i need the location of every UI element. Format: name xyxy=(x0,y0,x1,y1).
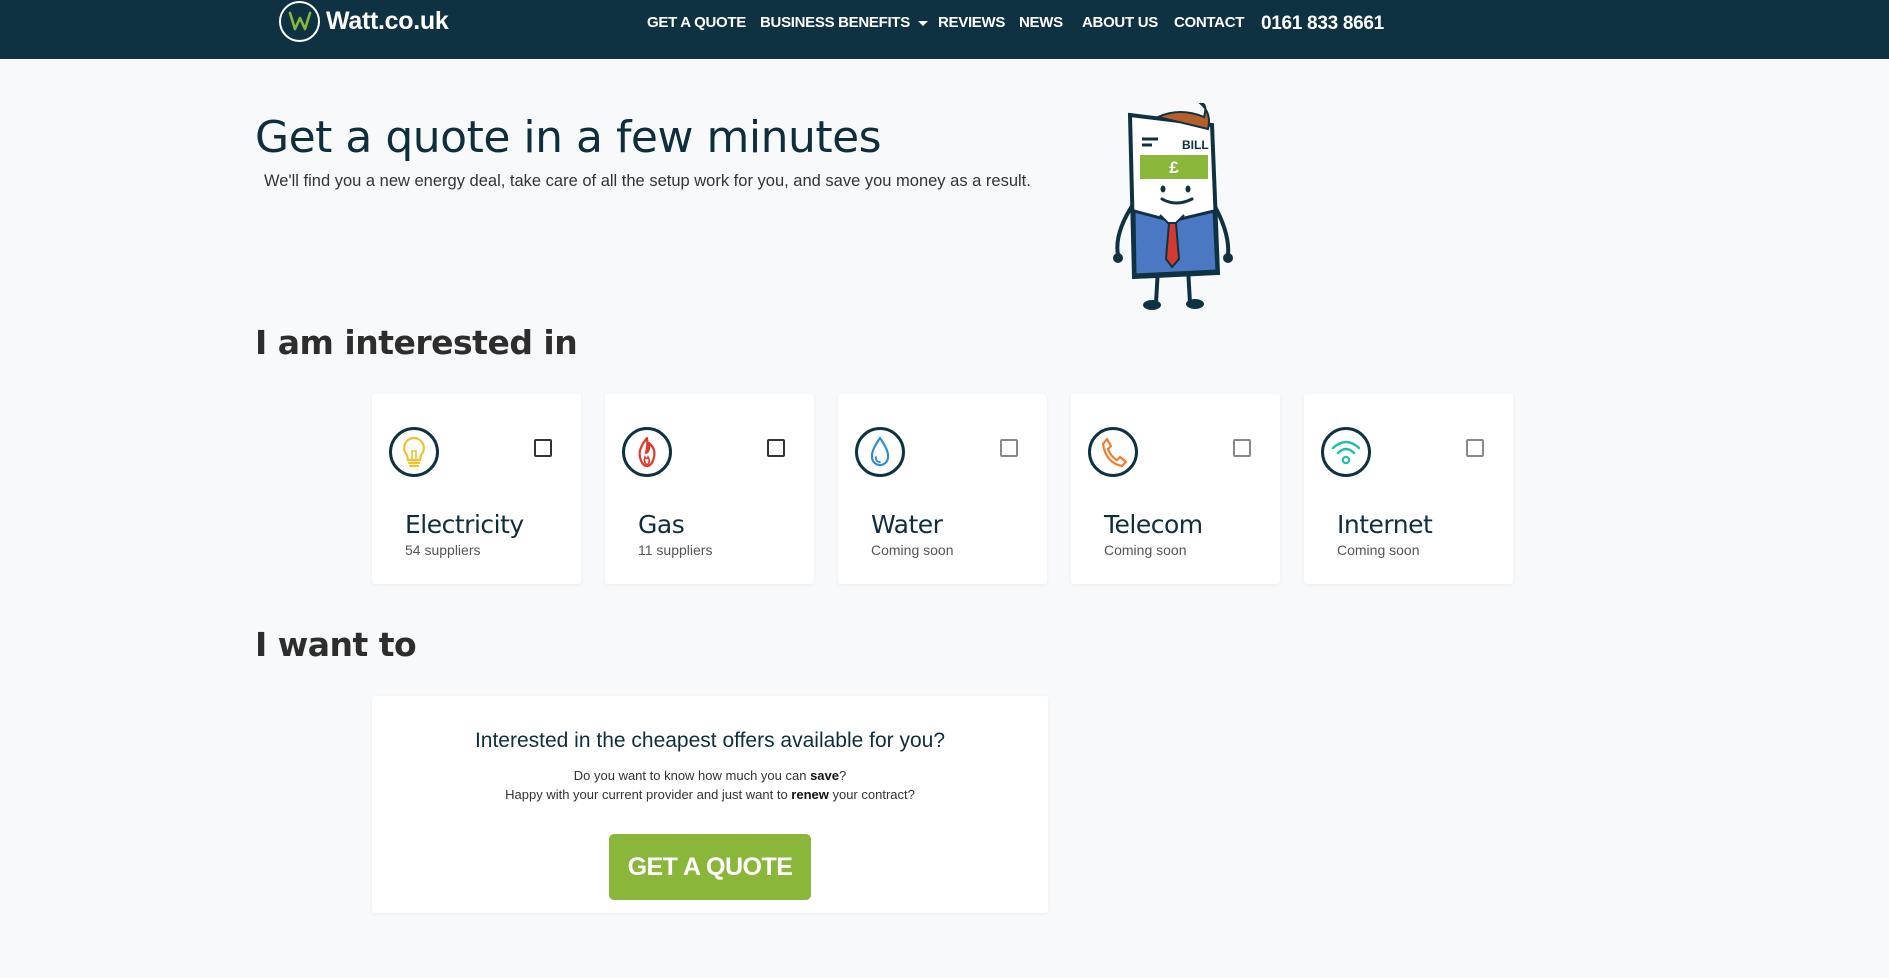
water-subtitle: Coming soon xyxy=(871,542,954,558)
telecom-checkbox[interactable] xyxy=(1233,439,1251,457)
top-navbar: Watt.co.uk GET A QUOTE BUSINESS BENEFITS… xyxy=(0,0,1889,59)
nav-get-a-quote[interactable]: GET A QUOTE xyxy=(647,14,746,31)
cta-line-renew-pre: Happy with your current provider and jus… xyxy=(505,787,792,802)
electricity-checkbox[interactable] xyxy=(534,439,552,457)
water-title: Water xyxy=(871,510,943,539)
interest-card-internet[interactable]: Internet Coming soon xyxy=(1304,394,1513,584)
mascot-bill-text: BILL xyxy=(1182,138,1209,152)
nav-business-benefits-label: BUSINESS BENEFITS xyxy=(760,14,910,31)
lightbulb-icon xyxy=(389,427,439,477)
nav-about-us[interactable]: ABOUT US xyxy=(1082,14,1158,31)
water-checkbox[interactable] xyxy=(1000,439,1018,457)
cta-line-save-pre: Do you want to know how much you can xyxy=(573,768,811,783)
want-heading: I want to xyxy=(255,625,417,664)
water-drop-icon xyxy=(855,427,905,477)
logo-w-icon xyxy=(279,0,320,42)
gas-title: Gas xyxy=(638,510,685,539)
nav-reviews[interactable]: REVIEWS xyxy=(938,14,1005,31)
phone-icon xyxy=(1088,427,1138,477)
gas-subtitle: 11 suppliers xyxy=(638,542,713,558)
telecom-subtitle: Coming soon xyxy=(1104,542,1187,558)
interest-card-telecom[interactable]: Telecom Coming soon xyxy=(1071,394,1280,584)
bill-mascot-illustration: BILL £ xyxy=(1100,101,1250,313)
cta-renew-word: renew xyxy=(791,787,829,802)
telecom-title: Telecom xyxy=(1104,510,1203,539)
electricity-title: Electricity xyxy=(405,510,524,539)
cta-line-renew: Happy with your current provider and jus… xyxy=(372,787,1048,802)
cta-line-renew-post: your contract? xyxy=(828,787,915,802)
page-subtitle: We'll find you a new energy deal, take c… xyxy=(264,172,1031,190)
interest-card-electricity[interactable]: Electricity 54 suppliers xyxy=(372,394,581,584)
nav-contact[interactable]: CONTACT xyxy=(1174,14,1244,31)
internet-checkbox[interactable] xyxy=(1466,439,1484,457)
internet-subtitle: Coming soon xyxy=(1337,542,1420,558)
phone-number-link[interactable]: 0161 833 8661 xyxy=(1261,13,1384,35)
interest-heading: I am interested in xyxy=(255,323,578,362)
site-logo[interactable]: Watt.co.uk xyxy=(279,0,449,42)
caret-down-icon xyxy=(917,20,928,26)
nav-business-benefits[interactable]: BUSINESS BENEFITS xyxy=(760,14,928,31)
logo-text: Watt.co.uk xyxy=(326,6,449,35)
interest-card-gas[interactable]: Gas 11 suppliers xyxy=(605,394,814,584)
internet-title: Internet xyxy=(1337,510,1433,539)
page-title: Get a quote in a few minutes xyxy=(255,112,882,163)
wifi-icon xyxy=(1321,427,1371,477)
cta-line-save: Do you want to know how much you can sav… xyxy=(372,768,1048,783)
electricity-subtitle: 54 suppliers xyxy=(405,542,481,558)
get-a-quote-button[interactable]: GET A QUOTE xyxy=(609,834,811,900)
cta-line-save-post: ? xyxy=(838,768,847,783)
flame-icon xyxy=(622,427,672,477)
gas-checkbox[interactable] xyxy=(767,439,785,457)
mascot-pound-symbol: £ xyxy=(1169,158,1179,177)
cta-save-word: save xyxy=(810,768,839,783)
quote-cta-panel: Interested in the cheapest offers availa… xyxy=(372,696,1048,913)
nav-news[interactable]: NEWS xyxy=(1019,14,1063,31)
interest-card-water[interactable]: Water Coming soon xyxy=(838,394,1047,584)
cta-heading: Interested in the cheapest offers availa… xyxy=(474,729,946,752)
